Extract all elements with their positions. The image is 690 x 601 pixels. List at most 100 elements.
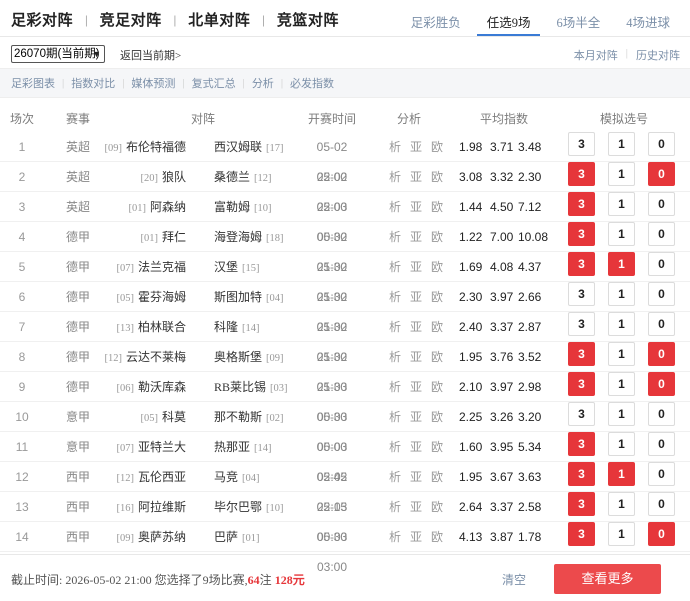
monthly-fixtures-link[interactable]: 本月对阵 <box>574 47 618 63</box>
away-team-name[interactable]: 富勒姆 <box>214 200 250 214</box>
pick-1-button[interactable]: 1 <box>608 312 635 336</box>
home-team-name[interactable]: 柏林联合 <box>138 320 186 334</box>
row-league[interactable]: 德甲 <box>66 372 90 402</box>
pick-1-button[interactable]: 1 <box>608 432 635 456</box>
row-league[interactable]: 西甲 <box>66 492 90 522</box>
home-team-name[interactable]: 云达不莱梅 <box>126 350 186 364</box>
row-league[interactable]: 意甲 <box>66 402 90 432</box>
away-team-name[interactable]: RB莱比锡 <box>214 380 266 394</box>
home-team-name[interactable]: 科莫 <box>162 410 186 424</box>
pick-0-button[interactable]: 0 <box>648 312 675 336</box>
nav-zucai[interactable]: 足彩对阵 <box>11 9 73 30</box>
row-league[interactable]: 西甲 <box>66 462 90 492</box>
clear-button[interactable]: 清空 <box>502 571 526 588</box>
row-league[interactable]: 英超 <box>66 162 90 192</box>
pick-0-button[interactable]: 0 <box>648 252 675 276</box>
analysis-links[interactable]: 析 亚 欧 <box>389 192 446 222</box>
tab-renxuan9[interactable]: 任选9场 <box>476 0 541 36</box>
tab-jinqiu[interactable]: 4场进球 <box>616 0 680 36</box>
pick-0-button[interactable]: 0 <box>648 522 675 546</box>
nav-jingzu[interactable]: 竞足对阵 <box>100 9 162 30</box>
subnav-media-predict[interactable]: 媒体预测 <box>131 75 175 91</box>
issue-select[interactable]: 26070期(当前期) ▼ <box>11 45 105 63</box>
home-team-name[interactable]: 阿拉维斯 <box>138 500 186 514</box>
pick-1-button[interactable]: 1 <box>608 192 635 216</box>
analysis-links[interactable]: 析 亚 欧 <box>389 492 446 522</box>
analysis-links[interactable]: 析 亚 欧 <box>389 402 446 432</box>
analysis-links[interactable]: 析 亚 欧 <box>389 252 446 282</box>
pick-3-button[interactable]: 3 <box>568 162 595 186</box>
pick-0-button[interactable]: 0 <box>648 342 675 366</box>
pick-3-button[interactable]: 3 <box>568 342 595 366</box>
pick-3-button[interactable]: 3 <box>568 492 595 516</box>
away-team-name[interactable]: 海登海姆 <box>214 230 262 244</box>
home-team-name[interactable]: 亚特兰大 <box>138 440 186 454</box>
pick-3-button[interactable]: 3 <box>568 252 595 276</box>
row-league[interactable]: 西甲 <box>66 522 90 552</box>
pick-3-button[interactable]: 3 <box>568 462 595 486</box>
subnav-summary[interactable]: 复式汇总 <box>192 75 236 91</box>
row-league[interactable]: 德甲 <box>66 312 90 342</box>
row-league[interactable]: 意甲 <box>66 432 90 462</box>
analysis-links[interactable]: 析 亚 欧 <box>389 282 446 312</box>
home-team-name[interactable]: 奥萨苏纳 <box>138 530 186 544</box>
subnav-betfair[interactable]: 必发指数 <box>290 75 334 91</box>
tab-banquan[interactable]: 6场半全 <box>546 0 610 36</box>
pick-3-button[interactable]: 3 <box>568 222 595 246</box>
pick-3-button[interactable]: 3 <box>568 432 595 456</box>
pick-0-button[interactable]: 0 <box>648 282 675 306</box>
pick-1-button[interactable]: 1 <box>608 492 635 516</box>
tab-shengfu[interactable]: 足彩胜负 <box>401 0 471 36</box>
pick-3-button[interactable]: 3 <box>568 132 595 156</box>
pick-0-button[interactable]: 0 <box>648 432 675 456</box>
away-team-name[interactable]: 奥格斯堡 <box>214 350 262 364</box>
history-fixtures-link[interactable]: 历史对阵 <box>636 47 680 63</box>
pick-3-button[interactable]: 3 <box>568 192 595 216</box>
pick-1-button[interactable]: 1 <box>608 522 635 546</box>
analysis-links[interactable]: 析 亚 欧 <box>389 132 446 162</box>
row-league[interactable]: 英超 <box>66 192 90 222</box>
away-team-name[interactable]: 斯图加特 <box>214 290 262 304</box>
pick-1-button[interactable]: 1 <box>608 372 635 396</box>
away-team-name[interactable]: 毕尔巴鄂 <box>214 500 262 514</box>
home-team-name[interactable]: 瓦伦西亚 <box>138 470 186 484</box>
subnav-chart[interactable]: 足彩图表 <box>11 75 55 91</box>
back-to-current-link[interactable]: 返回当前期> <box>120 47 181 63</box>
pick-3-button[interactable]: 3 <box>568 312 595 336</box>
row-league[interactable]: 英超 <box>66 132 90 162</box>
analysis-links[interactable]: 析 亚 欧 <box>389 162 446 192</box>
away-team-name[interactable]: 西汉姆联 <box>214 140 262 154</box>
away-team-name[interactable]: 马竞 <box>214 470 238 484</box>
pick-1-button[interactable]: 1 <box>608 132 635 156</box>
pick-0-button[interactable]: 0 <box>648 372 675 396</box>
away-team-name[interactable]: 桑德兰 <box>214 170 250 184</box>
pick-1-button[interactable]: 1 <box>608 402 635 426</box>
analysis-links[interactable]: 析 亚 欧 <box>389 462 446 492</box>
pick-3-button[interactable]: 3 <box>568 522 595 546</box>
pick-3-button[interactable]: 3 <box>568 282 595 306</box>
row-league[interactable]: 德甲 <box>66 222 90 252</box>
home-team-name[interactable]: 狼队 <box>162 170 186 184</box>
row-league[interactable]: 德甲 <box>66 282 90 312</box>
pick-0-button[interactable]: 0 <box>648 162 675 186</box>
subnav-odds-compare[interactable]: 指数对比 <box>71 75 115 91</box>
analysis-links[interactable]: 析 亚 欧 <box>389 372 446 402</box>
home-team-name[interactable]: 勒沃库森 <box>138 380 186 394</box>
analysis-links[interactable]: 析 亚 欧 <box>389 222 446 252</box>
pick-3-button[interactable]: 3 <box>568 402 595 426</box>
pick-1-button[interactable]: 1 <box>608 342 635 366</box>
away-team-name[interactable]: 科隆 <box>214 320 238 334</box>
analysis-links[interactable]: 析 亚 欧 <box>389 432 446 462</box>
away-team-name[interactable]: 汉堡 <box>214 260 238 274</box>
nav-jinglan[interactable]: 竞篮对阵 <box>277 9 339 30</box>
pick-1-button[interactable]: 1 <box>608 462 635 486</box>
pick-1-button[interactable]: 1 <box>608 162 635 186</box>
pick-0-button[interactable]: 0 <box>648 222 675 246</box>
home-team-name[interactable]: 拜仁 <box>162 230 186 244</box>
away-team-name[interactable]: 那不勒斯 <box>214 410 262 424</box>
pick-0-button[interactable]: 0 <box>648 402 675 426</box>
home-team-name[interactable]: 法兰克福 <box>138 260 186 274</box>
row-league[interactable]: 德甲 <box>66 252 90 282</box>
pick-3-button[interactable]: 3 <box>568 372 595 396</box>
away-team-name[interactable]: 巴萨 <box>214 530 238 544</box>
